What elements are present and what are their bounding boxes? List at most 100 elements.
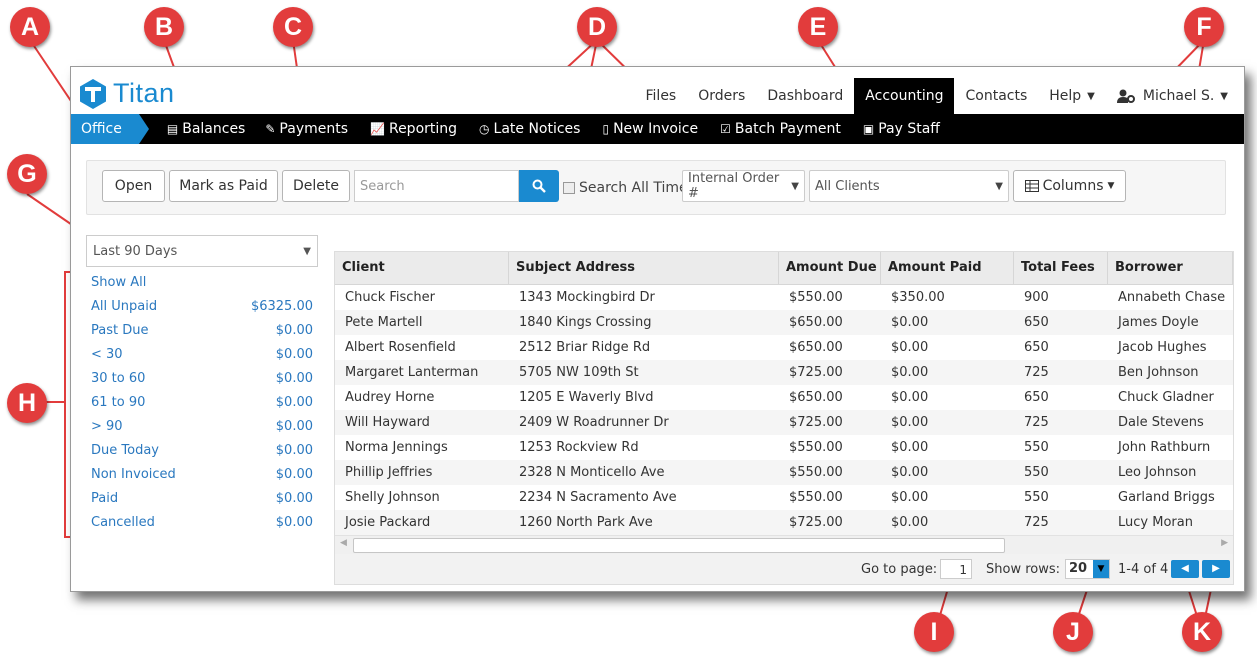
column-header[interactable]: Client [335,252,509,284]
table-cell: Dale Stevens [1118,415,1204,430]
table-cell: Audrey Horne [345,390,435,405]
sub-nav: Office ▤ Balances ✎ Payments 📈 Reporting ◷ L… [71,114,1244,144]
filter-item[interactable]: Non Invoiced $0.00 [91,467,313,491]
filter-item[interactable]: Past Due $0.00 [91,323,313,347]
search-button[interactable] [519,170,559,202]
prev-page-button[interactable]: ◀ [1171,560,1199,578]
caret-down-icon: ▼ [1220,90,1228,102]
grid-header: Client Subject Address Amount Due Amount Pa… [335,252,1233,285]
filter-item[interactable]: Show All [91,275,313,299]
filter-label[interactable]: > 90 [91,419,123,443]
search-all-time-checkbox[interactable] [563,182,575,194]
filter-label[interactable]: Show All [91,275,146,299]
user-name: Michael S. [1142,88,1215,104]
filter-amount: $0.00 [275,515,313,530]
filter-label[interactable]: Cancelled [91,515,155,539]
table-cell: John Rathburn [1118,440,1211,455]
subnav-balances[interactable]: ▤ Balances [167,121,245,137]
table-row[interactable]: Albert Rosenfield 2512 Briar Ridge Rd $650… [335,335,1233,360]
filter-label[interactable]: All Unpaid [91,299,157,323]
filter-item[interactable]: < 30 $0.00 [91,347,313,371]
goto-page-input[interactable]: 1 [940,559,972,579]
subnav-payments[interactable]: ✎ Payments [265,121,348,137]
filter-item[interactable]: 30 to 60 $0.00 [91,371,313,395]
nav-dashboard[interactable]: Dashboard [756,78,854,114]
filter-label[interactable]: Due Today [91,443,159,467]
table-row[interactable]: Pete Martell 1840 Kings Crossing $650.00 $0… [335,310,1233,335]
filter-amount: $0.00 [275,323,313,338]
filter-label[interactable]: Non Invoiced [91,467,176,491]
search-input[interactable]: Search [354,170,519,202]
titan-logo[interactable]: Titan [80,78,175,109]
client-select[interactable]: All Clients ▼ [809,170,1009,202]
scrollbar-thumb[interactable] [353,538,1005,553]
horizontal-scrollbar[interactable]: ◀ ▶ [335,535,1233,554]
subnav-batch-payment[interactable]: ☑ Batch Payment [720,121,841,137]
table-cell: 2409 W Roadrunner Dr [519,415,669,430]
user-menu[interactable]: Michael S. ▼ [1106,78,1244,114]
money-icon: ▣ [862,122,875,136]
filter-label[interactable]: 61 to 90 [91,395,145,419]
column-header[interactable]: Amount Due [779,252,881,284]
app-window: Titan Files Orders Dashboard Accounting … [70,66,1245,592]
table-cell: Lucy Moran [1118,515,1193,530]
search-field-select[interactable]: Internal Order # ▼ [682,170,805,202]
nav-orders[interactable]: Orders [687,78,756,114]
open-button[interactable]: Open [102,170,165,202]
subnav-late-notices[interactable]: ◷ Late Notices [479,121,580,137]
table-row[interactable]: Chuck Fischer 1343 Mockingbird Dr $550.00 $… [335,285,1233,310]
filter-label[interactable]: Paid [91,491,118,515]
column-header[interactable]: Total Fees [1014,252,1108,284]
table-cell: $550.00 [789,440,843,455]
nav-contacts[interactable]: Contacts [954,78,1038,114]
table-icon [1024,180,1039,192]
table-cell: Garland Briggs [1118,490,1215,505]
filter-item[interactable]: Paid $0.00 [91,491,313,515]
rows-per-page-select[interactable]: 20 ▼ [1065,559,1110,579]
nav-accounting[interactable]: Accounting [854,78,955,114]
scroll-left-icon[interactable]: ◀ [340,538,347,548]
filter-label[interactable]: 30 to 60 [91,371,145,395]
table-row[interactable]: Norma Jennings 1253 Rockview Rd $550.00 $0.… [335,435,1233,460]
mark-as-paid-button[interactable]: Mark as Paid [169,170,278,202]
table-row[interactable]: Josie Packard 1260 North Park Ave $725.00 $… [335,510,1233,535]
filter-item[interactable]: All Unpaid $6325.00 [91,299,313,323]
user-gear-icon [1116,89,1135,103]
subnav-reporting[interactable]: 📈 Reporting [370,121,457,137]
columns-label: Columns [1042,178,1104,194]
column-header[interactable]: Borrower [1108,252,1233,284]
table-cell: $0.00 [891,365,929,380]
column-header[interactable]: Amount Paid [881,252,1014,284]
column-header[interactable]: Subject Address [509,252,779,284]
filter-item[interactable]: Cancelled $0.00 [91,515,313,539]
subnav-new-invoice[interactable]: ▯ New Invoice [602,121,698,137]
table-cell: $650.00 [789,390,843,405]
book-icon: ▤ [166,122,179,136]
table-cell: 900 [1024,290,1049,305]
filter-item[interactable]: > 90 $0.00 [91,419,313,443]
table-row[interactable]: Audrey Horne 1205 E Waverly Blvd $650.00 $0… [335,385,1233,410]
filter-label[interactable]: Past Due [91,323,148,347]
nav-files[interactable]: Files [635,78,688,114]
table-cell: Pete Martell [345,315,423,330]
subnav-pay-staff[interactable]: ▣ Pay Staff [863,121,940,137]
table-row[interactable]: Shelly Johnson 2234 N Sacramento Ave $550.… [335,485,1233,510]
table-cell: $725.00 [789,415,843,430]
table-cell: Chuck Fischer [345,290,436,305]
filter-item[interactable]: 61 to 90 $0.00 [91,395,313,419]
filter-item[interactable]: Due Today $0.00 [91,443,313,467]
subnav-office[interactable]: Office [71,114,149,144]
table-cell: 1343 Mockingbird Dr [519,290,655,305]
callout-j: J [1053,612,1093,652]
next-page-button[interactable]: ▶ [1202,560,1230,578]
filter-label[interactable]: < 30 [91,347,123,371]
scroll-right-icon[interactable]: ▶ [1221,538,1228,548]
table-row[interactable]: Phillip Jeffries 2328 N Monticello Ave $55… [335,460,1233,485]
table-cell: 2512 Briar Ridge Rd [519,340,651,355]
table-row[interactable]: Will Hayward 2409 W Roadrunner Dr $725.00 $… [335,410,1233,435]
date-range-select[interactable]: Last 90 Days ▼ [86,235,318,267]
columns-button[interactable]: Columns ▼ [1013,170,1126,202]
nav-help[interactable]: Help ▼ [1038,78,1106,114]
table-row[interactable]: Margaret Lanterman 5705 NW 109th St $725.0… [335,360,1233,385]
delete-button[interactable]: Delete [282,170,350,202]
